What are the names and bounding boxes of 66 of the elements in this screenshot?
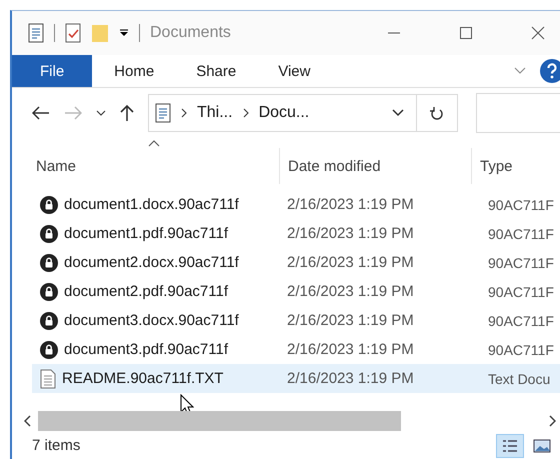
file-name: README.90ac711f.TXT	[62, 370, 224, 387]
date-cell-text: 2/16/2023 1:19 PM	[286, 196, 415, 213]
type-cell-text: 90AC711F	[487, 196, 555, 212]
refresh-icon	[430, 105, 444, 121]
sort-up-icon[interactable]	[148, 140, 160, 147]
breadcrumb[interactable]: Docu...	[258, 104, 310, 122]
ribbon-tab[interactable]: File	[12, 55, 92, 87]
type-cell-text: 90AC711F	[487, 254, 555, 270]
type-cell-text: 90AC711F	[487, 342, 555, 358]
lock-icon	[40, 224, 58, 242]
date-cell-text: 2/16/2023 1:19 PM	[286, 254, 415, 271]
checklist-icon[interactable]	[65, 23, 81, 43]
column-header[interactable]: Name	[36, 148, 279, 184]
up-arrow-icon[interactable]	[120, 104, 134, 122]
document-icon[interactable]	[28, 23, 44, 43]
chevron-down-icon[interactable]	[96, 110, 106, 116]
date-cell-text: 2/16/2023 1:19 PM	[286, 370, 415, 387]
dropdown-icon[interactable]	[119, 28, 129, 38]
file-row[interactable]: document1.docx.90ac711f 2/16/2023 1:19 PM 90AC711F	[32, 190, 560, 219]
document-icon	[155, 103, 171, 123]
file-name: document1.docx.90ac711f	[64, 196, 239, 213]
back-arrow-icon[interactable]	[32, 106, 50, 120]
window-title: Documents	[150, 24, 231, 42]
picture-icon	[533, 438, 551, 452]
type-cell-text: Text Docu	[487, 370, 552, 386]
type-cell-text: 90AC711F	[487, 284, 555, 300]
search-field[interactable]	[476, 93, 560, 133]
chevron-right-icon	[181, 108, 187, 118]
type-cell-text: 90AC711F	[487, 226, 555, 242]
file-name: document1.pdf.90ac711f	[64, 225, 228, 242]
item-count: 7 items	[32, 437, 80, 454]
file-row[interactable]: document2.docx.90ac711f 2/16/2023 1:19 PM 90AC711F	[32, 248, 560, 277]
chevron-right-icon	[242, 108, 249, 118]
file-row[interactable]: document1.pdf.90ac711f 2/16/2023 1:19 PM 90AC711F	[32, 219, 560, 248]
lock-icon	[40, 282, 58, 300]
date-cell-text: 2/16/2023 1:19 PM	[286, 312, 415, 329]
date-cell-text: 2/16/2023 1:19 PM	[286, 225, 415, 242]
file-name: document2.pdf.90ac711f	[64, 283, 228, 300]
column-header[interactable]: Date modified	[279, 148, 471, 184]
text-file-icon	[40, 368, 56, 388]
file-row[interactable]: README.90ac711f.TXT 2/16/2023 1:19 PM Text Docu	[32, 364, 560, 393]
help-icon[interactable]	[540, 59, 560, 83]
breadcrumb[interactable]: Thi...	[197, 104, 233, 122]
scroll-right-icon[interactable]	[548, 415, 556, 427]
file-row[interactable]: document3.pdf.90ac711f 2/16/2023 1:19 PM 90AC711F	[32, 335, 560, 364]
list-icon	[502, 438, 518, 452]
file-name: document3.pdf.90ac711f	[64, 341, 228, 358]
column-header[interactable]: Type	[471, 148, 560, 184]
date-cell-text: 2/16/2023 1:19 PM	[286, 283, 415, 300]
details-view-button[interactable]	[496, 434, 524, 458]
file-name: document2.docx.90ac711f	[64, 254, 239, 271]
chevron-down-icon[interactable]	[392, 109, 404, 117]
maximize-icon[interactable]	[458, 25, 474, 41]
lock-icon	[40, 196, 58, 214]
type-cell-text: 90AC711F	[487, 312, 555, 328]
scrollbar-thumb[interactable]	[38, 411, 401, 431]
lock-icon	[40, 254, 58, 272]
file-row[interactable]: document2.pdf.90ac711f 2/16/2023 1:19 PM 90AC711F	[32, 277, 560, 306]
address-bar[interactable]: Thi... Docu...	[148, 94, 458, 132]
lock-icon	[40, 312, 58, 330]
scroll-left-icon[interactable]	[24, 415, 32, 427]
file-row[interactable]: document3.docx.90ac711f 2/16/2023 1:19 PM 90AC711F	[32, 306, 560, 335]
close-icon[interactable]	[530, 25, 546, 41]
file-name: document3.docx.90ac711f	[64, 312, 239, 329]
date-cell-text: 2/16/2023 1:19 PM	[286, 341, 415, 358]
lock-icon	[40, 340, 58, 358]
